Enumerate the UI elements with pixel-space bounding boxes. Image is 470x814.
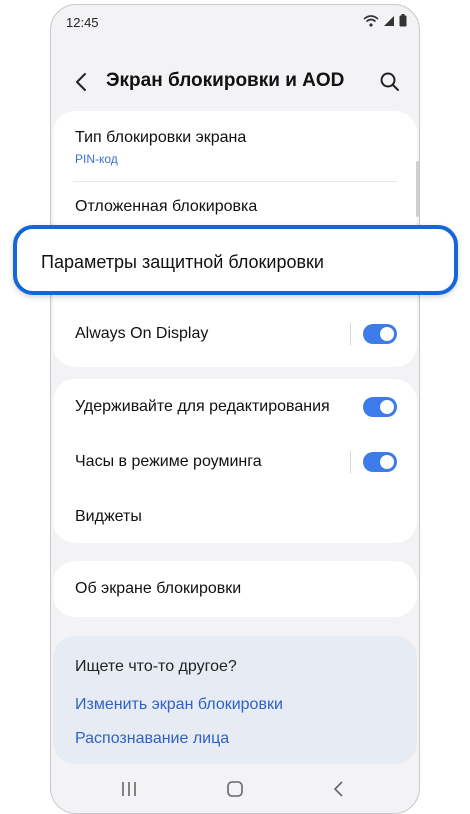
hold-to-edit-toggle[interactable] — [363, 397, 397, 417]
lock-settings-card: Тип блокировки экрана PIN-код Отложенная… — [53, 111, 417, 239]
security-lock-settings-label: Параметры защитной блокировки — [41, 252, 324, 272]
signal-icon — [384, 16, 394, 26]
search-icon[interactable] — [377, 69, 403, 95]
hold-to-edit-label: Удерживайте для редактирования — [75, 398, 330, 415]
back-icon[interactable] — [327, 777, 351, 801]
suggestions-title: Ищете что-то другое? — [75, 658, 237, 675]
always-on-display-label: Always On Display — [75, 325, 209, 342]
battery-icon — [399, 14, 407, 27]
hold-to-edit-row[interactable]: Удерживайте для редактирования — [53, 379, 417, 435]
about-card: Об экране блокировки — [53, 561, 417, 617]
separator — [350, 451, 351, 473]
deferred-lock-label: Отложенная блокировка — [75, 198, 258, 215]
suggestion-link[interactable]: Распознавание лица — [75, 730, 229, 748]
security-lock-settings-highlight[interactable]: Параметры защитной блокировки — [13, 225, 458, 295]
suggestion-link[interactable]: Изменить экран блокировки — [75, 696, 283, 714]
roaming-clock-row[interactable]: Часы в режиме роуминга — [53, 435, 417, 489]
status-icons — [363, 14, 407, 27]
phone-frame: 12:45 Экран блокировки и AOD Тип блокиро… — [50, 4, 420, 814]
suggestions-card: Ищете что-то другое? Изменить экран блок… — [53, 636, 417, 764]
wifi-icon — [363, 15, 379, 27]
always-on-display-toggle[interactable] — [363, 324, 397, 344]
navigation-bar — [51, 771, 419, 807]
lock-type-label: Тип блокировки экрана — [75, 129, 247, 146]
scrollbar[interactable] — [416, 161, 419, 217]
status-time: 12:45 — [66, 15, 99, 30]
separator — [350, 323, 351, 345]
widgets-row[interactable]: Виджеты — [53, 489, 417, 543]
header: Экран блокировки и AOD — [51, 57, 419, 107]
widgets-label: Виджеты — [75, 508, 142, 525]
about-lock-screen-label: Об экране блокировки — [75, 580, 242, 597]
back-chevron-icon[interactable] — [71, 69, 93, 95]
recents-icon[interactable] — [117, 777, 141, 801]
roaming-clock-toggle[interactable] — [363, 452, 397, 472]
clock-widgets-card: Удерживайте для редактирования Часы в ре… — [53, 379, 417, 543]
status-bar: 12:45 — [51, 5, 419, 39]
lock-type-value: PIN-код — [75, 152, 118, 166]
lock-type-row[interactable]: Тип блокировки экрана PIN-код — [53, 111, 417, 181]
always-on-display-row[interactable]: Always On Display — [53, 307, 417, 363]
about-lock-screen-row[interactable]: Об экране блокировки — [53, 561, 417, 617]
home-icon[interactable] — [223, 777, 247, 801]
roaming-clock-label: Часы в режиме роуминга — [75, 453, 262, 470]
page-title: Экран блокировки и AOD — [106, 70, 345, 91]
